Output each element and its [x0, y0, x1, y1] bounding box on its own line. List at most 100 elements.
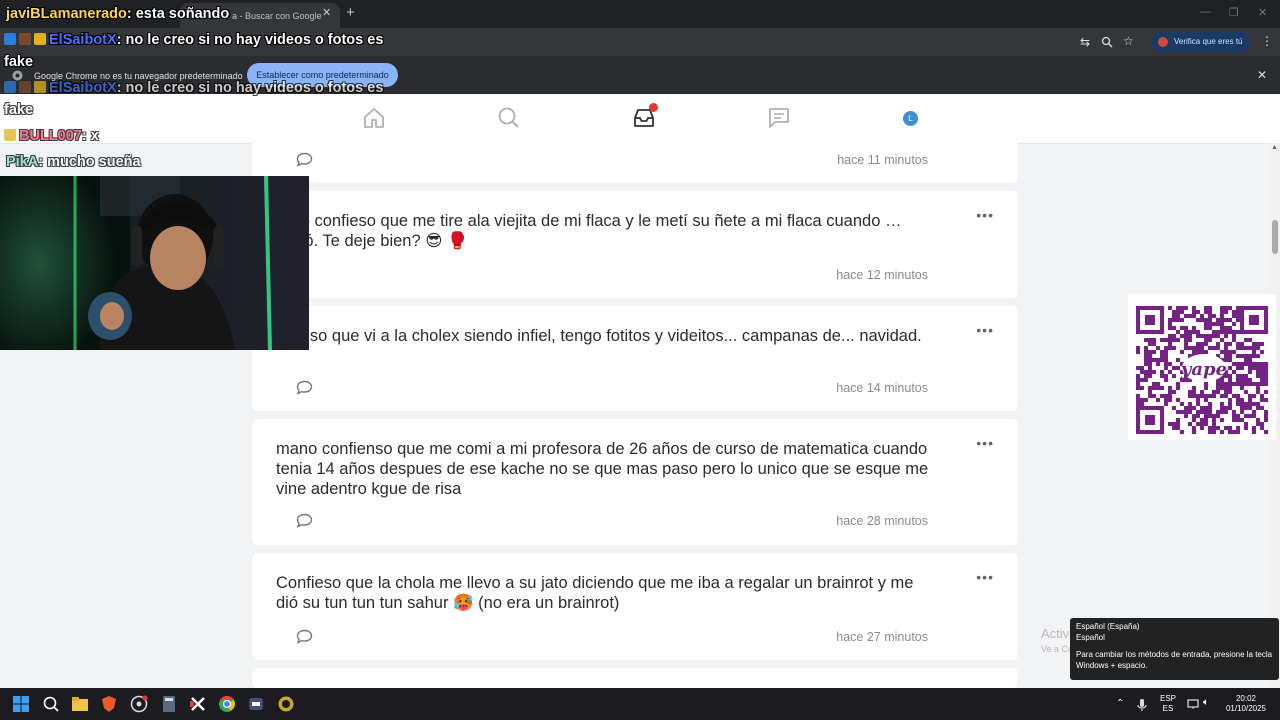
crown-icon [34, 81, 46, 93]
qr-module [1204, 310, 1208, 314]
comment-icon[interactable] [296, 380, 313, 395]
volume-icon[interactable]: 🔈︎ [1203, 698, 1209, 708]
qr-module [1212, 430, 1216, 434]
tray-chevron-icon[interactable]: ⌃ [1116, 699, 1124, 709]
qr-module [1156, 346, 1160, 350]
qr-module [1220, 310, 1224, 314]
qr-module [1224, 354, 1228, 358]
qr-module [1216, 346, 1220, 350]
comment-icon[interactable] [296, 629, 313, 644]
qr-module [1240, 410, 1244, 414]
qr-module [1172, 366, 1176, 370]
translate-icon[interactable]: ⇆ [1080, 35, 1090, 49]
qr-module [1152, 394, 1156, 398]
qr-module [1252, 414, 1256, 418]
crown-icon [34, 33, 46, 45]
qr-module [1260, 342, 1264, 346]
qr-module [1168, 338, 1172, 342]
qr-module [1244, 362, 1248, 366]
more-options-icon[interactable]: ••• [976, 435, 994, 451]
qr-module [1228, 390, 1232, 394]
microphone-icon[interactable] [1137, 698, 1147, 712]
qr-module [1252, 354, 1256, 358]
qr-module [1216, 386, 1220, 390]
avatar[interactable]: L [903, 111, 918, 126]
qr-module [1200, 394, 1204, 398]
qr-module [1200, 318, 1204, 322]
new-tab-icon[interactable]: + [346, 4, 355, 21]
qr-module [1224, 306, 1228, 310]
bookmark-star-icon[interactable]: ☆ [1123, 34, 1134, 48]
obs-icon[interactable] [130, 695, 148, 713]
scroll-up-icon[interactable]: ▲ [1271, 144, 1278, 151]
qr-module [1260, 366, 1264, 370]
qr-module [1228, 306, 1232, 310]
qr-module [1184, 326, 1188, 330]
qr-module [1200, 390, 1204, 394]
chrome-taskbar-icon[interactable] [218, 695, 236, 713]
more-options-icon[interactable]: ••• [976, 207, 994, 223]
qr-module [1216, 322, 1220, 326]
tab-close-icon[interactable]: ✕ [322, 6, 331, 19]
qr-module [1236, 366, 1240, 370]
qr-module [1168, 398, 1172, 402]
maximize-icon[interactable]: ❐ [1229, 6, 1239, 19]
qr-module [1164, 374, 1168, 378]
windows-start-icon[interactable] [12, 695, 30, 713]
qr-module [1228, 318, 1232, 322]
messages-icon[interactable] [767, 106, 791, 130]
app-icon[interactable] [247, 695, 265, 713]
calculator-icon[interactable] [160, 695, 178, 713]
window-close-icon[interactable]: ✕ [1258, 6, 1267, 19]
qr-module [1192, 346, 1196, 350]
app-icon[interactable] [277, 695, 295, 713]
qr-module [1252, 362, 1256, 366]
chat-text: : mucho sueña [38, 154, 141, 170]
brave-icon[interactable] [100, 695, 118, 713]
zoom-icon[interactable] [1101, 36, 1113, 48]
comment-icon[interactable] [296, 152, 313, 167]
qr-module [1188, 390, 1192, 394]
qr-module [1184, 338, 1188, 342]
minimize-icon[interactable]: — [1200, 6, 1211, 18]
verify-button[interactable]: Verifica que eres tú [1152, 32, 1250, 52]
qr-module [1224, 310, 1228, 314]
more-options-icon[interactable]: ••• [976, 322, 994, 338]
qr-module [1152, 386, 1156, 390]
qr-module [1228, 354, 1232, 358]
qr-module [1152, 370, 1156, 374]
qr-module [1236, 314, 1240, 318]
qr-module [1160, 358, 1164, 362]
qr-module [1252, 410, 1256, 414]
qr-module [1176, 426, 1180, 430]
crown-icon [4, 129, 16, 141]
qr-module [1244, 390, 1248, 394]
clock[interactable]: 20:02 01/10/2025 [1224, 694, 1268, 714]
taskbar-search-icon[interactable] [42, 695, 60, 713]
input-language[interactable]: ESP ES [1158, 694, 1178, 714]
capcut-icon[interactable] [189, 695, 207, 713]
language-popup: Español (España) Español Para cambiar lo… [1070, 618, 1279, 680]
qr-module [1216, 414, 1220, 418]
network-icon[interactable] [1187, 698, 1199, 710]
qr-module [1264, 414, 1268, 418]
home-icon[interactable] [362, 106, 386, 130]
file-explorer-icon[interactable] [71, 695, 89, 713]
comment-icon[interactable] [296, 513, 313, 528]
qr-module [1200, 406, 1204, 410]
qr-module [1136, 382, 1140, 386]
infobar-close-icon[interactable]: ✕ [1257, 68, 1267, 82]
qr-module [1192, 330, 1196, 334]
lang-sub: ES [1162, 704, 1174, 713]
qr-module [1264, 366, 1268, 370]
qr-module [1192, 310, 1196, 314]
menu-kebab-icon[interactable]: ⋮ [1261, 34, 1273, 48]
more-options-icon[interactable]: ••• [976, 569, 994, 585]
yape-qr-code: yape [1136, 306, 1268, 434]
qr-module [1200, 422, 1204, 426]
qr-module [1260, 422, 1264, 426]
qr-module [1248, 362, 1252, 366]
scrollbar-thumb[interactable] [1272, 220, 1278, 254]
qr-module [1260, 378, 1264, 382]
search-icon[interactable] [497, 106, 521, 130]
